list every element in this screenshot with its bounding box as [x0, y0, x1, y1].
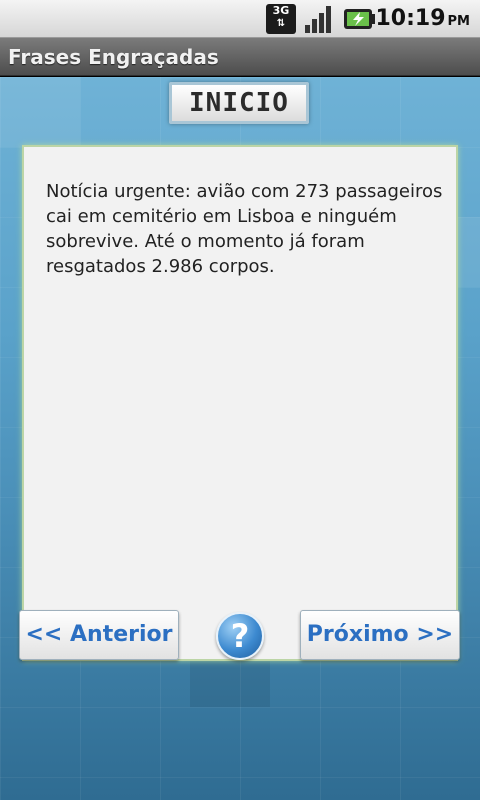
- phrase-text: Notícia urgente: avião com 273 passageir…: [46, 181, 443, 277]
- next-button[interactable]: Próximo >>: [300, 610, 460, 660]
- signal-strength-icon: [305, 6, 331, 33]
- clock-time: 10:19: [375, 6, 446, 31]
- app-title: Frases Engraçadas: [8, 45, 219, 69]
- main-content: INICIO Notícia urgente: avião com 273 pa…: [0, 77, 480, 800]
- 3g-data-icon: 3G ⇅: [266, 4, 296, 34]
- status-bar: 3G ⇅ 10:19 PM: [0, 0, 480, 38]
- network-label: 3G: [272, 4, 290, 17]
- clock-ampm: PM: [447, 14, 470, 29]
- app-title-bar: Frases Engraçadas: [0, 38, 480, 76]
- inicio-button[interactable]: INICIO: [169, 82, 309, 124]
- battery-charging-icon: [344, 9, 375, 29]
- help-icon[interactable]: ?: [216, 612, 264, 660]
- previous-button[interactable]: << Anterior: [19, 610, 179, 660]
- phrase-card: Notícia urgente: avião com 273 passageir…: [22, 145, 458, 661]
- clock: 10:19 PM: [376, 6, 471, 32]
